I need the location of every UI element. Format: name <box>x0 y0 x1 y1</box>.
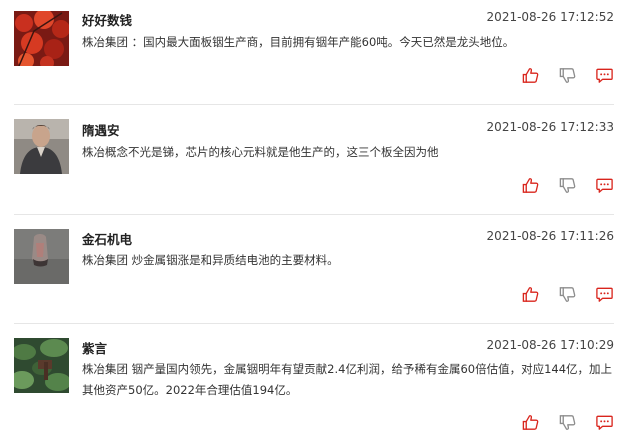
avatar[interactable] <box>14 11 69 66</box>
post-text: 株冶集团 ：国内最大面板铟生产商，目前拥有铟年产能60吨。今天已然是龙头地位。 <box>82 32 614 53</box>
stock-tag[interactable]: 株冶集团 <box>82 362 128 376</box>
comment-icon[interactable] <box>595 285 614 304</box>
post-text: 株冶概念不光是锑，芯片的核心元料就是他生产的，这三个板全因为他 <box>82 142 614 163</box>
comment-icon[interactable] <box>595 66 614 85</box>
post-text: 株冶集团 铟产量国内领先，金属铟明年有望贡献2.4亿利润，给予稀有金属60倍估值… <box>82 359 614 401</box>
avatar[interactable] <box>14 338 69 393</box>
post: 金石机电 2021-08-26 17:11:26 株冶集团 炒金属铟涨是和异质结… <box>0 215 626 323</box>
timestamp: 2021-08-26 17:12:33 <box>486 120 614 134</box>
post-actions <box>521 284 614 304</box>
post: 隋遇安 2021-08-26 17:12:33 株冶概念不光是锑，芯片的核心元料… <box>0 105 626 214</box>
timestamp: 2021-08-26 17:12:52 <box>486 10 614 24</box>
thumbs-down-icon[interactable] <box>558 66 577 85</box>
post-body: 铟产量国内领先，金属铟明年有望贡献2.4亿利润，给予稀有金属60倍估值，对应14… <box>82 362 613 397</box>
post-actions <box>521 175 614 195</box>
comment-feed: 好好数钱 2021-08-26 17:12:52 株冶集团 ：国内最大面板铟生产… <box>0 0 626 436</box>
thumbs-up-icon[interactable] <box>521 285 540 304</box>
post-text: 株冶集团 炒金属铟涨是和异质结电池的主要材料。 <box>82 250 614 271</box>
username[interactable]: 金石机电 <box>82 229 132 248</box>
timestamp: 2021-08-26 17:10:29 <box>486 338 614 352</box>
post-body: 株冶概念不光是锑，芯片的核心元料就是他生产的，这三个板全因为他 <box>82 145 439 159</box>
post-actions <box>521 65 614 85</box>
thumbs-up-icon[interactable] <box>521 66 540 85</box>
thumbs-down-icon[interactable] <box>558 285 577 304</box>
username[interactable]: 好好数钱 <box>82 10 132 29</box>
post: 好好数钱 2021-08-26 17:12:52 株冶集团 ：国内最大面板铟生产… <box>0 0 626 104</box>
avatar[interactable] <box>14 229 69 284</box>
thumbs-down-icon[interactable] <box>558 176 577 195</box>
stock-tag[interactable]: 株冶集团 <box>82 35 128 49</box>
post-actions <box>521 412 614 432</box>
username[interactable]: 紫言 <box>82 338 107 357</box>
thumbs-up-icon[interactable] <box>521 413 540 432</box>
timestamp: 2021-08-26 17:11:26 <box>486 229 614 243</box>
post: 紫言 2021-08-26 17:10:29 株冶集团 铟产量国内领先，金属铟明… <box>0 324 626 436</box>
comment-icon[interactable] <box>595 413 614 432</box>
comment-icon[interactable] <box>595 176 614 195</box>
stock-tag[interactable]: 株冶集团 <box>82 253 128 267</box>
avatar[interactable] <box>14 119 69 174</box>
post-body: ：国内最大面板铟生产商，目前拥有铟年产能60吨。今天已然是龙头地位。 <box>131 35 515 49</box>
username[interactable]: 隋遇安 <box>82 120 120 139</box>
thumbs-down-icon[interactable] <box>558 413 577 432</box>
post-body: 炒金属铟涨是和异质结电池的主要材料。 <box>131 253 339 267</box>
thumbs-up-icon[interactable] <box>521 176 540 195</box>
